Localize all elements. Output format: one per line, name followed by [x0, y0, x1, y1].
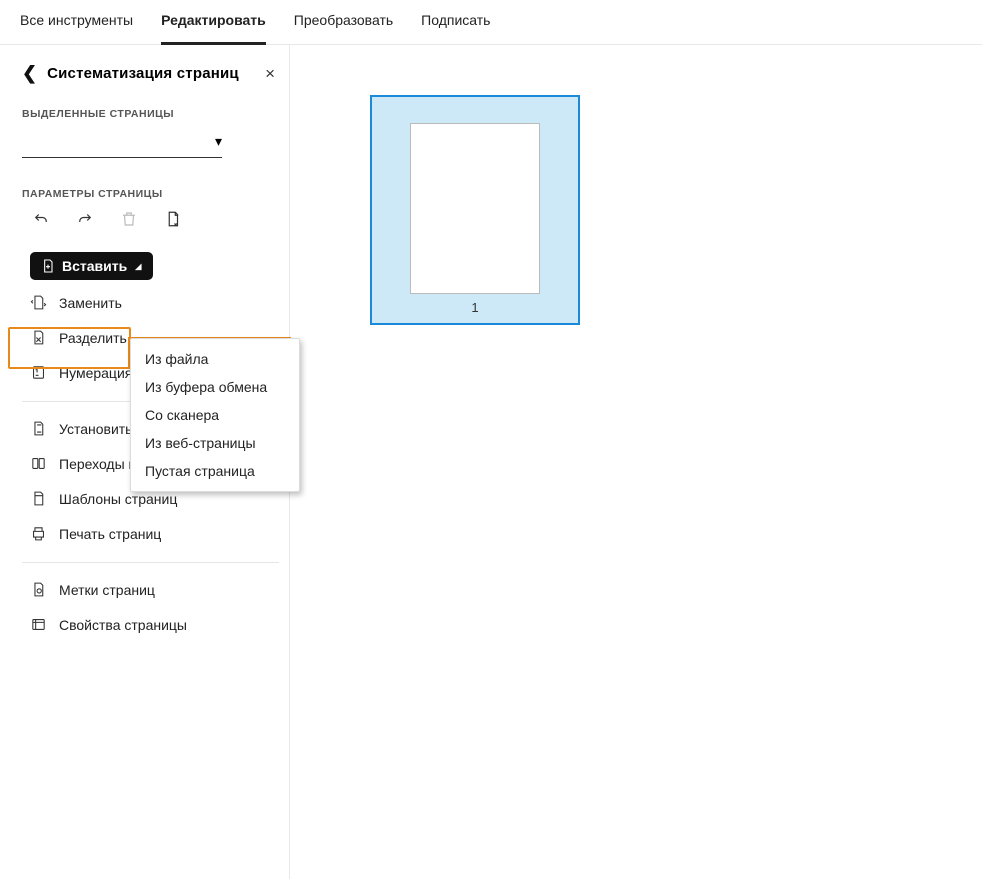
insert-from-scanner-item[interactable]: Со сканера: [131, 401, 299, 429]
chevron-down-icon: ◢: [135, 262, 141, 271]
page-properties-label: Свойства страницы: [59, 617, 187, 633]
numbering-label: Нумерация: [59, 365, 132, 381]
templates-label: Шаблоны страниц: [59, 491, 177, 507]
page-properties-icon: [30, 616, 47, 633]
page-action-iconbar: [22, 208, 279, 230]
page-thumbnail-1[interactable]: 1: [370, 95, 580, 325]
selected-pages-dropdown[interactable]: ▾: [22, 128, 222, 158]
selected-pages-label: ВЫДЕЛЕННЫЕ СТРАНИЦЫ: [22, 108, 279, 120]
insert-dropdown-menu: Из файла Из буфера обмена Со сканера Из …: [130, 338, 300, 492]
delete-page-button[interactable]: [118, 208, 140, 230]
insert-button[interactable]: Вставить ◢: [30, 252, 153, 280]
page-number-label: 1: [471, 300, 478, 315]
insert-blank-page-item[interactable]: Пустая страница: [131, 457, 299, 485]
page-params-label: ПАРАМЕТРЫ СТРАНИЦЫ: [22, 188, 279, 200]
trash-icon: [120, 210, 138, 228]
insert-from-clipboard-item[interactable]: Из буфера обмена: [131, 373, 299, 401]
print-pages-item[interactable]: Печать страниц: [30, 525, 279, 542]
tab-sign[interactable]: Подписать: [421, 12, 490, 44]
page-labels-item[interactable]: Метки страниц: [30, 581, 279, 598]
tab-edit[interactable]: Редактировать: [161, 12, 266, 45]
page-labels-icon: [30, 581, 47, 598]
tab-convert[interactable]: Преобразовать: [294, 12, 393, 44]
insert-page-icon: [40, 258, 56, 274]
redo-button[interactable]: [74, 208, 96, 230]
page-thumbnail-selected: 1: [370, 95, 580, 325]
replace-icon: [30, 294, 47, 311]
divider: [22, 562, 279, 563]
margins-icon: [30, 420, 47, 437]
page-properties-item[interactable]: Свойства страницы: [30, 616, 279, 633]
chevron-down-icon: ▾: [215, 133, 222, 150]
insert-from-webpage-item[interactable]: Из веб-страницы: [131, 429, 299, 457]
insert-from-file-item[interactable]: Из файла: [131, 345, 299, 373]
page-ops-group-3: Метки страниц Свойства страницы: [22, 581, 279, 633]
templates-icon: [30, 490, 47, 507]
panel-header: ❮ Систематизация страниц ×: [22, 63, 279, 84]
back-chevron-icon[interactable]: ❮: [22, 63, 37, 84]
panel-title: Систематизация страниц: [47, 65, 251, 82]
transitions-icon: [30, 455, 47, 472]
undo-icon: [32, 210, 50, 228]
page-thumbnail-area: 1: [290, 45, 982, 879]
print-icon: [30, 525, 47, 542]
print-label: Печать страниц: [59, 526, 161, 542]
content-area: ❮ Систематизация страниц × ВЫДЕЛЕННЫЕ СТ…: [0, 45, 982, 879]
replace-pages-item[interactable]: Заменить: [30, 294, 279, 311]
insert-button-label: Вставить: [62, 258, 127, 274]
page-labels-label: Метки страниц: [59, 582, 155, 598]
tab-all-tools[interactable]: Все инструменты: [20, 12, 133, 44]
page-preview: [410, 123, 540, 294]
replace-label: Заменить: [59, 295, 122, 311]
undo-button[interactable]: [30, 208, 52, 230]
close-icon[interactable]: ×: [261, 64, 279, 84]
redo-icon: [76, 210, 94, 228]
numbering-icon: [30, 364, 47, 381]
extract-page-button[interactable]: [162, 208, 184, 230]
templates-item[interactable]: Шаблоны страниц: [30, 490, 279, 507]
split-icon: [30, 329, 47, 346]
top-tabs: Все инструменты Редактировать Преобразов…: [0, 0, 982, 45]
extract-page-icon: [164, 210, 182, 228]
organize-pages-panel: ❮ Систематизация страниц × ВЫДЕЛЕННЫЕ СТ…: [0, 45, 290, 879]
split-label: Разделить: [59, 330, 127, 346]
